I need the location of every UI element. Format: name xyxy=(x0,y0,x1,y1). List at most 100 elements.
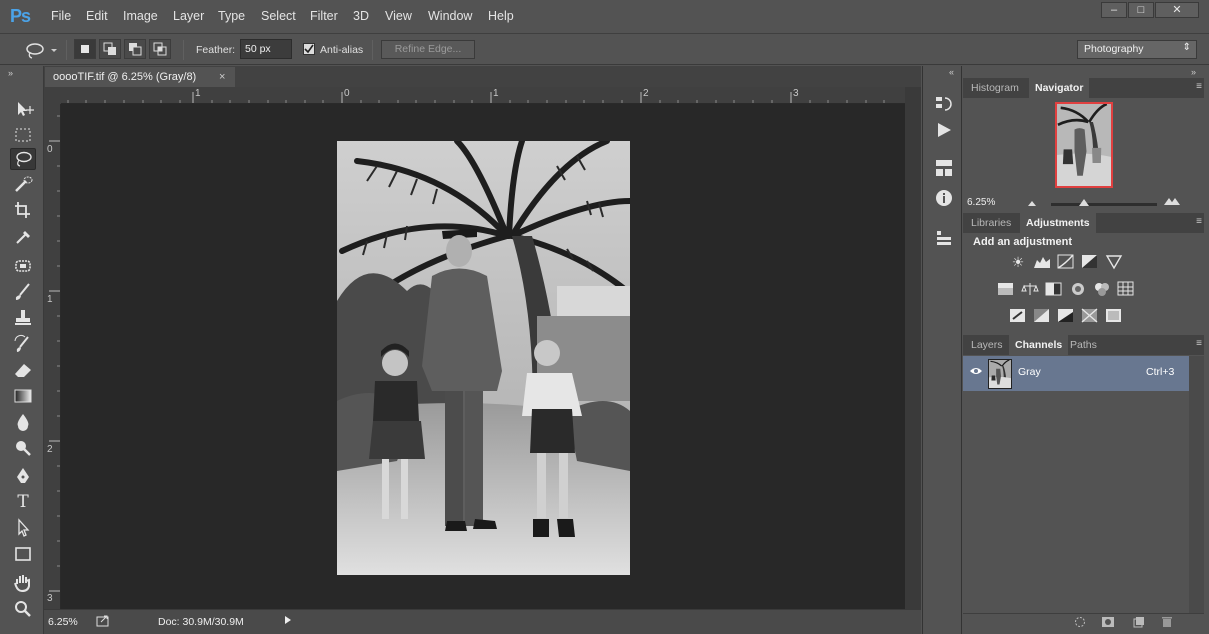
color-balance-icon[interactable] xyxy=(1021,281,1039,297)
channel-row-gray[interactable]: Gray Ctrl+3 xyxy=(963,356,1189,391)
history-brush-tool-icon[interactable] xyxy=(10,333,36,355)
tab-navigator[interactable]: Navigator xyxy=(1029,78,1090,98)
marquee-tool-icon[interactable] xyxy=(10,124,36,146)
hand-tool-icon[interactable] xyxy=(10,572,36,594)
tab-channels[interactable]: Channels xyxy=(1009,335,1069,355)
eraser-tool-icon[interactable] xyxy=(10,359,36,381)
menu-type[interactable]: Type xyxy=(218,9,245,23)
export-icon[interactable] xyxy=(96,615,110,630)
blur-tool-icon[interactable] xyxy=(10,411,36,433)
black-white-icon[interactable] xyxy=(1045,281,1063,297)
vertical-scrollbar[interactable] xyxy=(905,87,921,609)
refine-edge-button[interactable]: Refine Edge... xyxy=(381,40,475,59)
visibility-eye-icon[interactable] xyxy=(969,365,983,379)
save-selection-icon[interactable] xyxy=(1101,616,1115,631)
panel-menu-icon[interactable]: ≡ xyxy=(1196,338,1202,349)
menu-3d[interactable]: 3D xyxy=(353,9,369,23)
navigator-thumbnail[interactable] xyxy=(1055,102,1113,188)
feather-input[interactable]: 50 px xyxy=(240,39,292,59)
properties-panel-icon[interactable] xyxy=(933,157,955,179)
tab-adjustments[interactable]: Adjustments xyxy=(1020,213,1096,233)
vertical-ruler[interactable]: 0 1 2 3 xyxy=(44,104,61,609)
intersect-selection-icon[interactable] xyxy=(149,39,171,59)
exposure-icon[interactable] xyxy=(1081,254,1099,270)
menu-filter[interactable]: Filter xyxy=(310,9,338,23)
tab-paths[interactable]: Paths xyxy=(1064,335,1103,355)
spot-healing-tool-icon[interactable] xyxy=(10,255,36,277)
type-tool-icon[interactable]: T xyxy=(10,491,36,513)
navigator-zoom-slider[interactable] xyxy=(1051,199,1157,206)
brush-tool-icon[interactable] xyxy=(10,281,36,303)
clone-stamp-tool-icon[interactable] xyxy=(10,307,36,329)
lasso-preset-icon[interactable] xyxy=(22,40,58,60)
threshold-icon[interactable] xyxy=(1057,308,1075,324)
color-lookup-icon[interactable] xyxy=(1117,281,1135,297)
expand-icon[interactable]: » xyxy=(1191,67,1196,77)
selective-color-icon[interactable] xyxy=(1081,308,1099,324)
menu-edit[interactable]: Edit xyxy=(86,9,108,23)
workspace-select[interactable]: Photography ⇕ xyxy=(1077,40,1197,59)
curves-icon[interactable] xyxy=(1057,254,1075,270)
antialias-checkbox[interactable] xyxy=(303,43,315,55)
vibrance-icon[interactable] xyxy=(1105,254,1123,270)
collapse-icon[interactable]: « xyxy=(949,67,954,77)
gradient-map-icon[interactable] xyxy=(1105,308,1123,324)
menu-image[interactable]: Image xyxy=(123,9,158,23)
rectangle-tool-icon[interactable] xyxy=(10,543,36,565)
maximize-button[interactable]: □ xyxy=(1128,2,1154,18)
zoom-in-icon[interactable] xyxy=(1163,195,1181,209)
navigator-zoom[interactable]: 6.25% xyxy=(967,197,995,208)
trash-icon[interactable] xyxy=(1161,616,1173,631)
document-tab[interactable]: ooooTIF.tif @ 6.25% (Gray/8) × xyxy=(45,67,235,87)
subtract-selection-icon[interactable] xyxy=(124,39,146,59)
actions-play-icon[interactable] xyxy=(933,119,955,141)
gradient-tool-icon[interactable] xyxy=(10,385,36,407)
document-image[interactable] xyxy=(337,141,630,575)
play-icon[interactable] xyxy=(284,615,292,628)
levels-icon[interactable] xyxy=(1033,254,1051,270)
eyedropper-tool-icon[interactable] xyxy=(10,225,36,247)
tab-libraries[interactable]: Libraries xyxy=(965,213,1017,233)
posterize-icon[interactable] xyxy=(1033,308,1051,324)
zoom-out-icon[interactable] xyxy=(1027,198,1037,210)
menu-file[interactable]: File xyxy=(51,9,71,23)
new-selection-icon[interactable] xyxy=(74,39,96,59)
hue-saturation-icon[interactable] xyxy=(997,281,1015,297)
path-selection-tool-icon[interactable] xyxy=(10,517,36,539)
menu-select[interactable]: Select xyxy=(261,9,296,23)
channels-scrollbar[interactable] xyxy=(1189,356,1204,613)
zoom-tool-icon[interactable] xyxy=(10,598,36,620)
tab-layers[interactable]: Layers xyxy=(965,335,1009,355)
close-window-button[interactable]: ✕ xyxy=(1155,2,1199,18)
invert-icon[interactable] xyxy=(1009,308,1027,324)
panel-menu-icon[interactable]: ≡ xyxy=(1196,216,1202,227)
new-channel-icon[interactable] xyxy=(1133,616,1145,631)
zoom-level[interactable]: 6.25% xyxy=(48,616,78,628)
move-tool-icon[interactable] xyxy=(10,98,36,120)
character-panel-icon[interactable] xyxy=(933,227,955,249)
menu-layer[interactable]: Layer xyxy=(173,9,204,23)
photoshop-logo[interactable]: Ps xyxy=(10,6,31,27)
add-selection-icon[interactable] xyxy=(99,39,121,59)
crop-tool-icon[interactable] xyxy=(10,199,36,221)
menu-window[interactable]: Window xyxy=(428,9,472,23)
ruler-origin[interactable] xyxy=(44,87,61,104)
menu-view[interactable]: View xyxy=(385,9,412,23)
slider-thumb[interactable] xyxy=(1079,199,1089,206)
history-panel-icon[interactable] xyxy=(933,93,955,115)
channel-mixer-icon[interactable] xyxy=(1093,281,1111,297)
menu-help[interactable]: Help xyxy=(488,9,514,23)
horizontal-ruler[interactable]: 1 0 1 2 3 xyxy=(61,87,905,104)
minimize-button[interactable]: ‒ xyxy=(1101,2,1127,18)
load-selection-icon[interactable] xyxy=(1074,616,1086,631)
pen-tool-icon[interactable] xyxy=(10,465,36,487)
tab-histogram[interactable]: Histogram xyxy=(965,78,1025,98)
lasso-tool-icon[interactable] xyxy=(10,148,36,170)
brightness-icon[interactable]: ☀ xyxy=(1009,254,1027,270)
panel-menu-icon[interactable]: ≡ xyxy=(1196,81,1202,92)
dodge-tool-icon[interactable] xyxy=(10,437,36,459)
close-icon[interactable]: × xyxy=(219,71,225,83)
info-icon[interactable] xyxy=(933,187,955,209)
collapse-icon[interactable]: » xyxy=(8,68,13,78)
photo-filter-icon[interactable] xyxy=(1069,281,1087,297)
